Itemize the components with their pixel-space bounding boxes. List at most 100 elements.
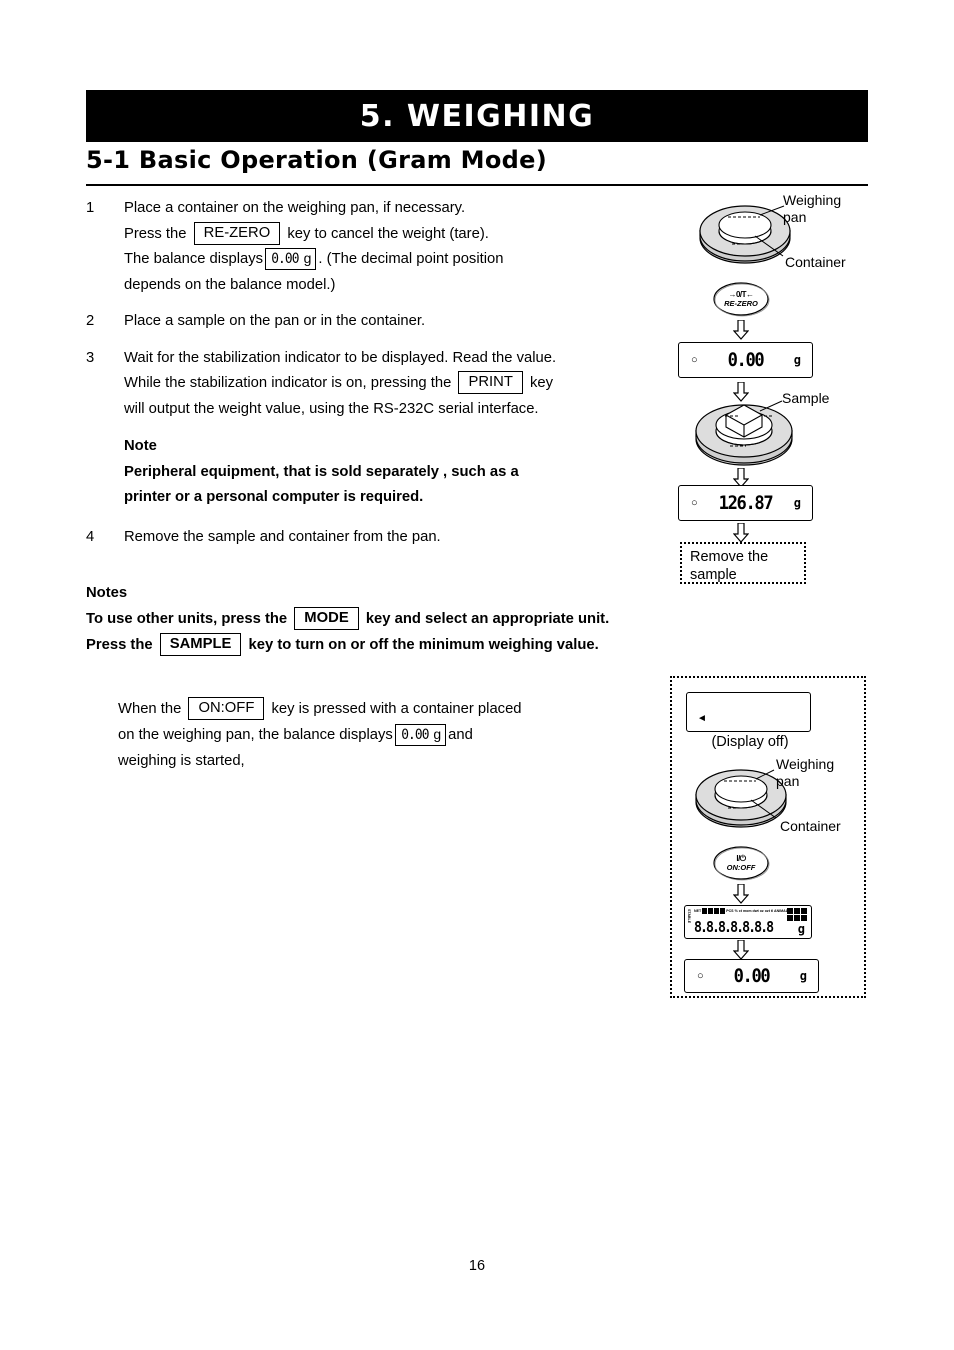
lcd-rb-icon-4 <box>787 915 793 921</box>
pan-sample-svg <box>695 400 793 466</box>
lcd-rb-icon-5 <box>794 915 800 921</box>
onoff-line-1-prefix: When the <box>118 701 182 717</box>
note-line-2: printer or a personal computer is requir… <box>124 489 424 505</box>
lcd-all-segments-digits: 8.8.8.8.8.8.8 <box>694 918 774 936</box>
lcd-all-segments-unit: g <box>797 922 805 936</box>
notes-line-1-prefix: To use other units, press the <box>86 611 288 627</box>
lcd-display-zero-value: 0.00 <box>727 349 765 371</box>
step-3-line-2-suffix: key <box>530 375 554 391</box>
sample-key-inline[interactable]: SAMPLE <box>159 633 242 656</box>
figure-weighing-sequence: Weighing pan Container →0/T← RE-ZERO ○ 0… <box>666 192 881 584</box>
step-2-body: Place a sample on the pan or in the cont… <box>124 309 652 335</box>
lcd-display-sample: ○ 126.87 g <box>678 485 813 521</box>
rezero-key-inline[interactable]: RE-ZERO <box>193 221 281 245</box>
step-3: 3 Wait for the stabilization indicator t… <box>86 346 652 423</box>
step-2-number: 2 <box>86 313 95 329</box>
step-1-line-2: Press the RE-ZERO key to cancel the weig… <box>124 221 652 248</box>
lcd-inline-zero-1: 0.00 g <box>265 248 317 270</box>
step-1-line-2-suffix: key to cancel the weight (tare). <box>287 225 489 242</box>
note-block: Note Peripheral equipment, that is sold … <box>124 434 652 511</box>
onoff-key-button[interactable]: I/⏻ ON:OFF <box>712 844 770 882</box>
display-off-marker-icon: ◄ <box>697 713 707 724</box>
step-1-line-1: Place a container on the weighing pan, i… <box>124 200 466 216</box>
display-off-panel: ◄ <box>686 692 811 732</box>
lcd-rb-icon-6 <box>801 915 807 921</box>
step-1-line-3-prefix: The balance displays <box>124 251 264 267</box>
step-3-number: 3 <box>86 349 95 366</box>
lcd-block-icon-1 <box>702 908 708 914</box>
instruction-text-column: 1 Place a container on the weighing pan,… <box>86 196 652 658</box>
step-3-body: Wait for the stabilization indicator to … <box>124 346 652 423</box>
lcd-display-sample-value: 126.87 <box>718 492 774 514</box>
lcd-block-icon-2 <box>708 908 714 914</box>
startup-weighing-pan-label: Weighing pan <box>776 756 834 790</box>
lcd-rb-row-2 <box>787 915 807 921</box>
lcd-unit-labels: PCS % ct mom dwt oz ozt tl ANIMAL <box>726 908 788 914</box>
step-3-line-2: While the stabilization indicator is on,… <box>124 371 652 397</box>
remove-sample-callout: Remove the sample <box>680 542 806 584</box>
display-off-caption: (Display off) <box>711 734 789 750</box>
notes-line-1: To use other units, press the MODE key a… <box>86 606 652 632</box>
remove-sample-line-2: sample <box>690 567 737 583</box>
notes-line-2-prefix: Press the <box>86 637 153 653</box>
step-1-body: Place a container on the weighing pan, i… <box>124 196 652 298</box>
figure-startup-sequence-panel: ◄ (Display off) Weighing pan Container I… <box>670 676 866 998</box>
notes-line-2: Press the SAMPLE key to turn on or off t… <box>86 632 652 658</box>
startup-flow-arrow-down-icon-1 <box>732 883 750 904</box>
onoff-line-1-suffix: key is pressed with a container placed <box>271 701 522 717</box>
lcd-inline-zero-1-value: 0.00 <box>271 251 299 267</box>
section-heading: 5-1 Basic Operation (Gram Mode) <box>86 146 547 174</box>
section-divider-rule <box>86 184 868 186</box>
lcd-display-sample-unit: g <box>793 496 801 510</box>
onoff-paragraph: When the ON:OFF key is pressed with a co… <box>118 696 618 774</box>
onoff-line-1: When the ON:OFF key is pressed with a co… <box>118 696 618 722</box>
lcd-display-zero: ○ 0.00 g <box>678 342 813 378</box>
notes-line-1-suffix: key and select an appropriate unit. <box>365 611 610 627</box>
notes-block: Notes To use other units, press the MODE… <box>86 580 652 658</box>
startup-pan-illustration <box>694 764 789 834</box>
lcd-block-icon-3 <box>714 908 720 914</box>
weighing-pan-label-line1: Weighing <box>783 192 842 208</box>
lcd-rb-icon-2 <box>794 908 800 914</box>
remove-sample-line-1: Remove the <box>690 549 769 565</box>
step-4: 4 Remove the sample and container from t… <box>86 525 652 551</box>
page-number: 16 <box>468 1258 486 1274</box>
onoff-key-text: I/⏻ ON:OFF <box>712 844 770 882</box>
note-heading: Note <box>124 438 157 454</box>
notes-line-2-suffix: key to turn on or off the minimum weighi… <box>248 637 599 653</box>
step-4-line-1: Remove the sample and container from the… <box>124 528 441 545</box>
rezero-key-button[interactable]: →0/T← RE-ZERO <box>712 280 770 318</box>
step-2-line-1: Place a sample on the pan or in the cont… <box>124 313 426 329</box>
mode-key-inline[interactable]: MODE <box>294 607 359 630</box>
print-key-inline[interactable]: PRINT <box>458 371 523 394</box>
chapter-title: 5. WEIGHING <box>359 98 595 134</box>
startup-pan-label-line1: Weighing <box>776 756 835 772</box>
startup-flow-arrow-down-icon-2 <box>732 939 750 960</box>
onoff-key-label: ON:OFF <box>726 863 756 872</box>
weighing-pan-label-line2: pan <box>783 209 807 225</box>
onoff-line-2-prefix: on the weighing pan, the balance display… <box>118 727 393 743</box>
pan-container-svg <box>699 205 791 264</box>
step-1-line-3-suffix: . (The decimal point position <box>318 251 504 267</box>
rezero-key-text: →0/T← RE-ZERO <box>712 280 770 318</box>
onoff-key-inline[interactable]: ON:OFF <box>188 697 265 720</box>
container-label: Container <box>785 254 846 270</box>
rezero-tare-icon: →0/T← <box>728 290 754 299</box>
lcd-net-label: NET <box>694 908 702 914</box>
step-1-line-4: depends on the balance model.) <box>124 276 336 293</box>
rezero-key-label: RE-ZERO <box>724 299 758 308</box>
startup-container-label: Container <box>780 818 841 834</box>
startup-lcd-unit: g <box>799 969 807 983</box>
step-3-line-2-prefix: While the stabilization indicator is on,… <box>124 375 452 391</box>
startup-lcd-value: 0.00 <box>733 965 771 987</box>
onoff-line-3: weighing is started, <box>118 753 245 769</box>
startup-lcd-display-zero: ○ 0.00 g <box>684 959 819 993</box>
lcd-rb-icon-3 <box>801 908 807 914</box>
power-icon: I/⏻ <box>736 854 746 863</box>
chapter-header-bar: 5. WEIGHING <box>86 90 868 142</box>
step-1-line-2-prefix: Press the <box>124 225 187 242</box>
lcd-inline-zero-2: 0.00 g <box>394 724 447 746</box>
weighing-pan-with-sample-illustration <box>692 397 797 469</box>
lcd-inline-zero-1-unit: g <box>303 250 312 266</box>
lcd-inline-zero-2-value: 0.00 <box>400 727 429 743</box>
